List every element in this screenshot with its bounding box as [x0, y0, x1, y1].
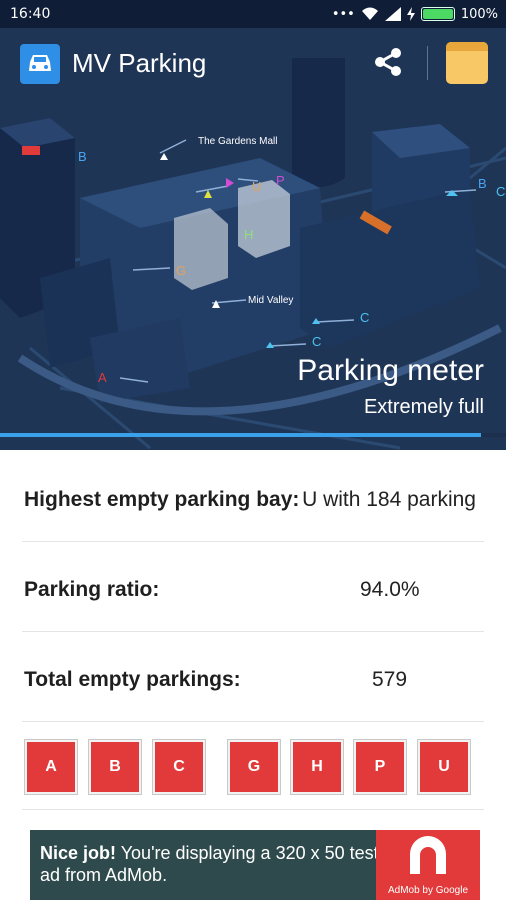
lot-button-u[interactable]: U: [418, 740, 470, 794]
map-zone-label[interactable]: A: [98, 370, 107, 385]
notes-button[interactable]: [446, 42, 488, 84]
app-bar-divider: [427, 46, 428, 80]
map-zone-label[interactable]: B: [78, 149, 87, 164]
map-zone-label[interactable]: C: [496, 184, 505, 199]
lot-button-p[interactable]: P: [354, 740, 406, 794]
dots-icon: •••: [331, 6, 355, 22]
stat-label: Highest empty parking bay:: [24, 488, 300, 511]
signal-icon: [384, 7, 401, 21]
status-time: 16:40: [10, 6, 51, 22]
admob-icon: [410, 836, 446, 874]
map-label-gardens: The Gardens Mall: [198, 136, 278, 147]
ad-bold-text: Nice job!: [40, 843, 117, 863]
lot-button-b[interactable]: B: [89, 740, 141, 794]
stat-row-highest-bay: Highest empty parking bay: U with 184 pa…: [22, 452, 484, 542]
map-label-midvalley: Mid Valley: [248, 295, 294, 306]
battery-percent: 100%: [460, 6, 498, 22]
stat-row-parking-ratio: Parking ratio: 94.0%: [22, 542, 484, 632]
map-zone-label[interactable]: U: [252, 179, 261, 194]
admob-brand: AdMob by Google: [387, 885, 469, 896]
ad-banner[interactable]: Nice job! You're displaying a 320 x 50 t…: [30, 830, 480, 900]
map-zone-label[interactable]: G: [176, 263, 186, 278]
app-bar: MV Parking: [0, 28, 506, 96]
stat-label: Parking ratio:: [24, 578, 160, 601]
map-zone-label[interactable]: H: [244, 227, 253, 242]
charging-icon: [406, 7, 415, 21]
stat-value: 579: [372, 668, 408, 691]
stat-value: 94.0%: [360, 578, 420, 601]
map-zone-label[interactable]: B: [478, 176, 487, 191]
app-title: MV Parking: [72, 48, 207, 78]
stat-value: U with 184 parking: [302, 488, 476, 511]
map-zone-label[interactable]: C: [360, 310, 369, 325]
car-icon: [20, 44, 60, 84]
ad-text: Nice job! You're displaying a 320 x 50 t…: [40, 842, 380, 886]
lot-button-h[interactable]: H: [291, 740, 343, 794]
parking-map[interactable]: MV Parking The Gardens Mall Mid Valley A…: [0, 28, 506, 450]
parking-meter-bar: [0, 433, 506, 437]
lot-button-row: A B C G H P U: [22, 738, 484, 810]
status-bar: 16:40 ••• 100%: [0, 0, 506, 28]
parking-meter-status: Extremely full: [363, 396, 484, 418]
share-button[interactable]: [368, 42, 408, 82]
lot-button-g[interactable]: G: [228, 740, 280, 794]
status-icons: ••• 100%: [332, 5, 498, 23]
map-zone-label[interactable]: C: [312, 334, 321, 349]
parking-meter-title: Parking meter: [297, 354, 484, 387]
notes-icon: [446, 42, 488, 51]
stat-row-total-empty: Total empty parkings: 579: [22, 632, 484, 722]
share-icon: [375, 48, 401, 76]
map-zone-label[interactable]: P: [276, 173, 285, 188]
battery-icon: [420, 7, 455, 21]
lot-button-c[interactable]: C: [153, 740, 205, 794]
parking-meter-fill: [0, 433, 481, 437]
lot-button-a[interactable]: A: [25, 740, 77, 794]
stat-label: Total empty parkings:: [24, 668, 241, 691]
wifi-icon: [361, 7, 378, 20]
admob-logo: AdMob by Google: [376, 830, 480, 900]
